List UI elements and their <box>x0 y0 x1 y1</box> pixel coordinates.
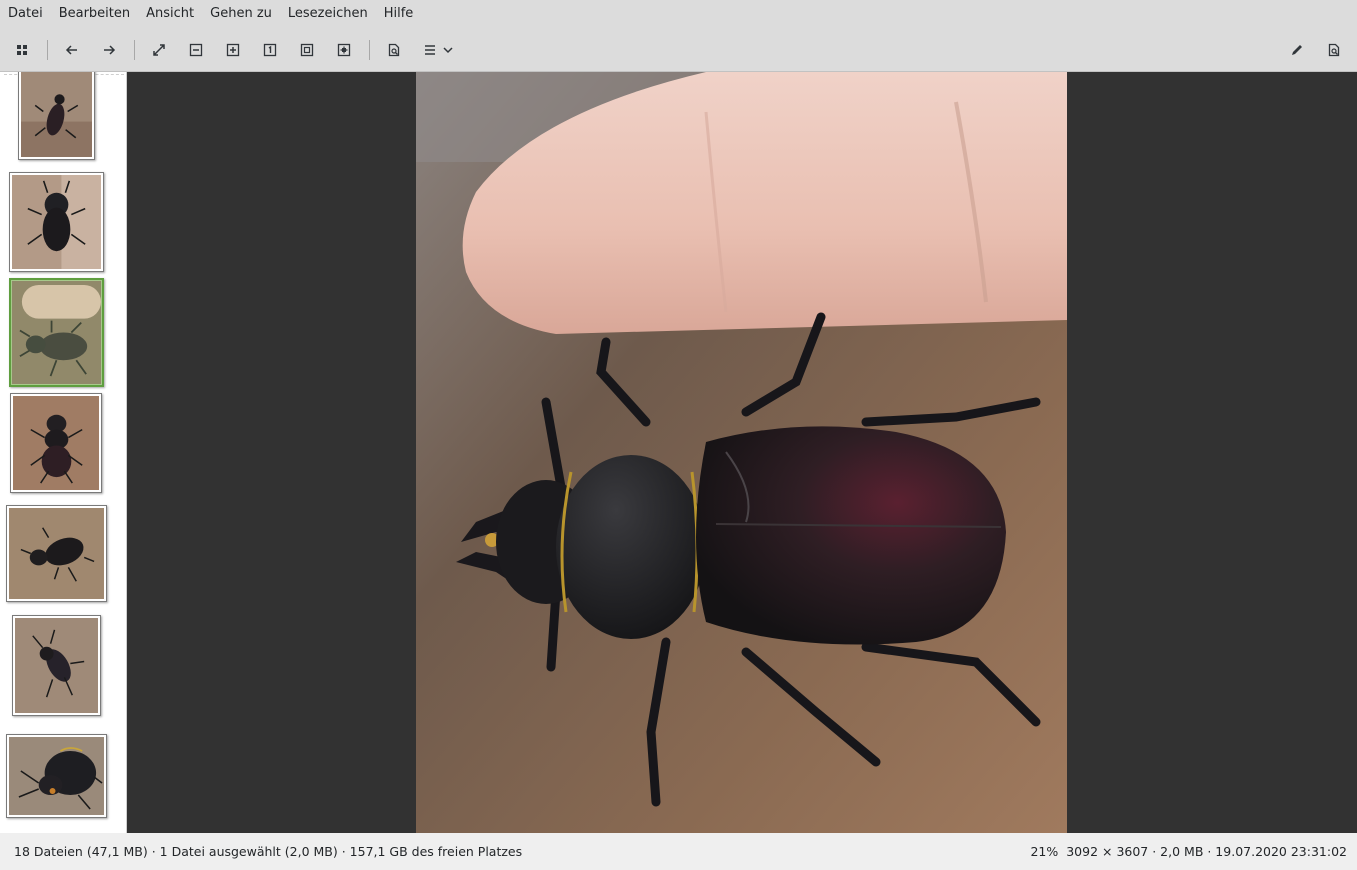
more-menu-button[interactable] <box>417 36 461 64</box>
fullscreen-button[interactable] <box>145 36 173 64</box>
thumbnail-beetle-6[interactable] <box>12 615 101 716</box>
zoom-out-icon <box>189 43 203 57</box>
zoom-fill-icon <box>337 43 351 57</box>
print-preview-button-right[interactable] <box>1320 36 1348 64</box>
toolbar-separator <box>134 40 135 60</box>
thumbnail-beetle-1[interactable] <box>18 72 95 160</box>
toolbar-separator <box>369 40 370 60</box>
thumbnail-sidebar[interactable] <box>0 72 127 833</box>
zoom-fill-button[interactable] <box>330 36 358 64</box>
menu-view[interactable]: Ansicht <box>138 0 202 28</box>
fullscreen-icon <box>153 44 165 56</box>
zoom-original-icon <box>263 43 277 57</box>
menu-file[interactable]: Datei <box>0 0 51 28</box>
zoom-original-button[interactable] <box>256 36 284 64</box>
zoom-in-button[interactable] <box>219 36 247 64</box>
zoom-fit-icon <box>300 43 314 57</box>
status-image-info: 21% 3092 × 3607 · 2,0 MB · 19.07.2020 23… <box>1030 844 1347 859</box>
next-button[interactable] <box>95 36 123 64</box>
print-preview-icon <box>1328 43 1340 57</box>
menu-edit[interactable]: Bearbeiten <box>51 0 138 28</box>
image-viewer[interactable] <box>127 72 1357 833</box>
menu-bar: Datei Bearbeiten Ansicht Gehen zu Leseze… <box>0 0 1357 28</box>
zoom-in-icon <box>226 43 240 57</box>
thumbnail-image <box>12 175 101 269</box>
status-file-info: 18 Dateien (47,1 MB) · 1 Datei ausgewähl… <box>14 844 523 859</box>
menu-help[interactable]: Hilfe <box>376 0 422 28</box>
thumbnail-image <box>21 72 92 157</box>
thumbnail-image <box>9 508 104 599</box>
thumbnail-beetle-5[interactable] <box>6 505 107 602</box>
thumbnail-image <box>9 737 104 815</box>
zoom-fit-button[interactable] <box>293 36 321 64</box>
thumbnail-image <box>15 618 98 713</box>
main-image <box>416 72 1067 833</box>
thumbnail-beetle-7[interactable] <box>6 734 107 818</box>
arrow-left-icon <box>65 45 77 55</box>
previous-button[interactable] <box>58 36 86 64</box>
thumbnail-beetle-finger[interactable] <box>9 278 104 387</box>
menu-bookmarks[interactable]: Lesezeichen <box>280 0 376 28</box>
thumbnail-beetle-2[interactable] <box>9 172 104 272</box>
print-preview-icon <box>388 43 400 57</box>
thumbnail-image <box>12 281 102 384</box>
browse-button[interactable] <box>8 36 36 64</box>
status-bar: 18 Dateien (47,1 MB) · 1 Datei ausgewähl… <box>0 833 1357 870</box>
chevron-down-icon <box>443 47 453 54</box>
toolbar <box>0 28 1357 72</box>
toolbar-separator <box>47 40 48 60</box>
print-preview-button[interactable] <box>380 36 408 64</box>
edit-button[interactable] <box>1283 36 1311 64</box>
thumbnail-beetle-4[interactable] <box>10 393 102 493</box>
pencil-icon <box>1292 45 1302 55</box>
grid-icon <box>17 45 27 55</box>
arrow-right-icon <box>104 45 116 55</box>
thumbnail-image <box>13 396 99 490</box>
zoom-out-button[interactable] <box>182 36 210 64</box>
hamburger-menu-icon <box>425 45 435 55</box>
menu-go[interactable]: Gehen zu <box>202 0 280 28</box>
